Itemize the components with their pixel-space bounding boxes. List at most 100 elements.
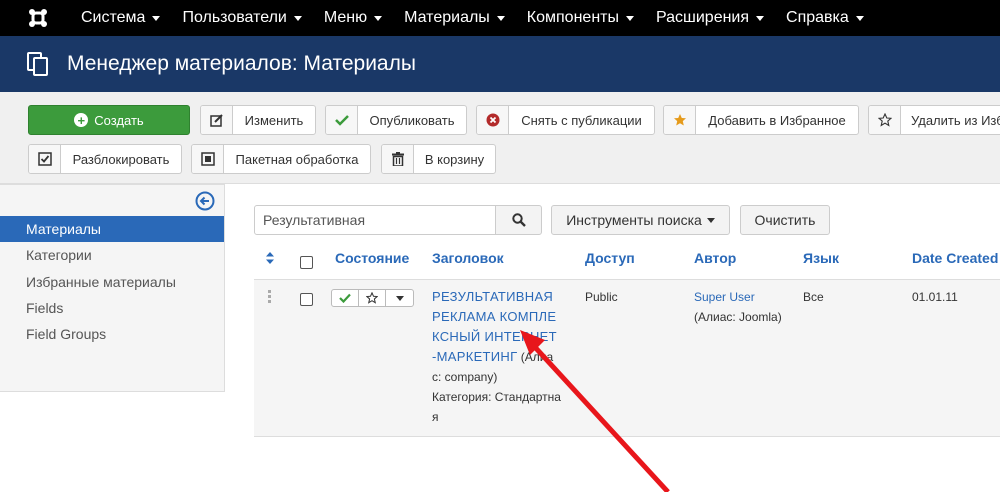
batch-button[interactable]: Пакетная обработка [191, 144, 371, 174]
checkbox-partial-icon [192, 145, 224, 173]
page-title: Менеджер материалов: Материалы [67, 52, 416, 75]
sidebar-item-field-groups[interactable]: Field Groups [0, 321, 224, 347]
caret-down-icon [496, 15, 505, 21]
sidebar-item-categories[interactable]: Категории [0, 242, 224, 268]
featured-toggle[interactable] [359, 290, 386, 306]
title-line: РЕКЛАМА КОМПЛЕ [432, 309, 557, 324]
category-link[interactable]: я [432, 410, 439, 424]
feature-button[interactable]: Добавить в Избранное [663, 105, 859, 135]
copy-icon [27, 52, 48, 76]
search-icon [511, 213, 526, 227]
menu-system[interactable]: Система [70, 0, 171, 36]
drag-handle-icon[interactable] [268, 290, 272, 305]
sidebar-item-label: Категории [26, 247, 92, 263]
unfeature-label: Удалить из Избранного [911, 112, 1000, 128]
caret-down-icon [152, 15, 161, 21]
caret-down-icon [756, 15, 765, 21]
author-alias: (Алиас: Joomla) [694, 310, 782, 324]
publish-label: Опубликовать [369, 112, 455, 128]
author-cell: Super User (Алиас: Joomla) [694, 287, 782, 327]
menu-components[interactable]: Компоненты [516, 0, 645, 36]
unpublish-button[interactable]: Снять с публикации [476, 105, 655, 135]
author-link[interactable]: Super User [694, 290, 755, 304]
search-button[interactable] [495, 205, 542, 235]
caret-down-icon [293, 15, 302, 21]
access-cell: Public [585, 290, 618, 304]
menu-label: Меню [323, 9, 368, 26]
sidebar-item-label: Избранные материалы [26, 274, 176, 290]
sidebar-item-fields[interactable]: Fields [0, 295, 224, 321]
check-icon [339, 293, 351, 303]
checkin-label: Разблокировать [72, 151, 170, 167]
select-all-checkbox[interactable] [300, 256, 313, 269]
trash-label: В корзину [424, 151, 485, 167]
star-outline-icon [869, 106, 901, 134]
article-title-cell: РЕЗУЛЬТАТИВНАЯ РЕКЛАМА КОМПЛЕ КСНЫЙ ИНТЕ… [432, 287, 572, 427]
sidebar-item-label: Fields [26, 300, 64, 316]
trash-icon [382, 145, 414, 173]
menu-menus[interactable]: Меню [313, 0, 393, 36]
category-label: Категория: [432, 390, 495, 404]
create-button[interactable]: + Создать [28, 105, 190, 135]
sidebar-item-label: Материалы [26, 221, 101, 237]
category-link[interactable]: Стандартна [495, 390, 561, 404]
alias-text: с: company) [432, 370, 498, 384]
star-outline-icon [366, 292, 378, 304]
column-header-access[interactable]: Доступ [585, 250, 635, 266]
collapse-sidebar-icon[interactable] [195, 191, 215, 211]
remove-circle-icon [477, 106, 509, 134]
alias-text: (Алиа [517, 350, 554, 364]
edit-button[interactable]: Изменить [200, 105, 316, 135]
feature-label: Добавить в Избранное [708, 112, 846, 128]
create-label: Создать [94, 112, 144, 128]
sidebar-item-articles[interactable]: Материалы [0, 216, 224, 242]
menu-label: Компоненты [526, 9, 619, 26]
search-tools-label: Инструменты поиска [566, 212, 702, 228]
unfeature-button[interactable]: Удалить из Избранного [868, 105, 1000, 135]
menu-users[interactable]: Пользователи [171, 0, 312, 36]
edit-label: Изменить [244, 112, 304, 128]
sidebar-item-featured[interactable]: Избранные материалы [0, 269, 224, 295]
search-tools-button[interactable]: Инструменты поиска [551, 205, 730, 235]
menu-label: Справка [786, 9, 849, 26]
trash-button[interactable]: В корзину [381, 144, 496, 174]
caret-down-icon [395, 295, 404, 301]
language-cell: Все [803, 290, 824, 304]
menu-label: Пользователи [182, 9, 287, 26]
menu-help[interactable]: Справка [775, 0, 875, 36]
star-icon [664, 106, 696, 134]
menu-content[interactable]: Материалы [393, 0, 516, 36]
title-line: РЕЗУЛЬТАТИВНАЯ [432, 289, 554, 304]
menu-extensions[interactable]: Расширения [645, 0, 775, 36]
top-navbar: Система Пользователи Меню Материалы Комп… [0, 0, 1000, 36]
title-line: -МАРКЕТИНГ [432, 349, 518, 364]
search-input[interactable]: Результативная [254, 205, 496, 235]
toolbar: + Создать Изменить Опубликовать Снять с … [0, 92, 1000, 184]
published-toggle[interactable] [332, 290, 359, 306]
row-checkbox[interactable] [300, 293, 313, 306]
caret-down-icon [625, 15, 634, 21]
actions-dropdown-toggle[interactable] [386, 290, 413, 306]
caret-down-icon [855, 15, 864, 21]
date-cell: 01.01.11 [912, 290, 958, 304]
menu-label: Материалы [404, 9, 490, 26]
clear-button[interactable]: Очистить [740, 205, 830, 235]
sidebar: Материалы Категории Избранные материалы … [0, 184, 225, 392]
column-header-date[interactable]: Date Created [912, 250, 998, 266]
caret-down-icon [706, 217, 715, 223]
checkbox-checked-icon [29, 145, 61, 173]
sort-icon[interactable] [265, 252, 275, 264]
menu-label: Расширения [655, 9, 750, 26]
column-header-language[interactable]: Язык [803, 250, 839, 266]
column-header-status[interactable]: Состояние [335, 250, 409, 266]
batch-label: Пакетная обработка [235, 151, 359, 167]
edit-icon [201, 106, 233, 134]
menu-label: Система [81, 9, 146, 26]
unpublish-label: Снять с публикации [521, 112, 642, 128]
column-header-title[interactable]: Заголовок [432, 250, 504, 266]
column-header-author[interactable]: Автор [694, 250, 736, 266]
joomla-logo-icon[interactable] [20, 0, 56, 36]
publish-button[interactable]: Опубликовать [325, 105, 467, 135]
plus-circle-icon: + [74, 113, 89, 127]
checkin-button[interactable]: Разблокировать [28, 144, 182, 174]
